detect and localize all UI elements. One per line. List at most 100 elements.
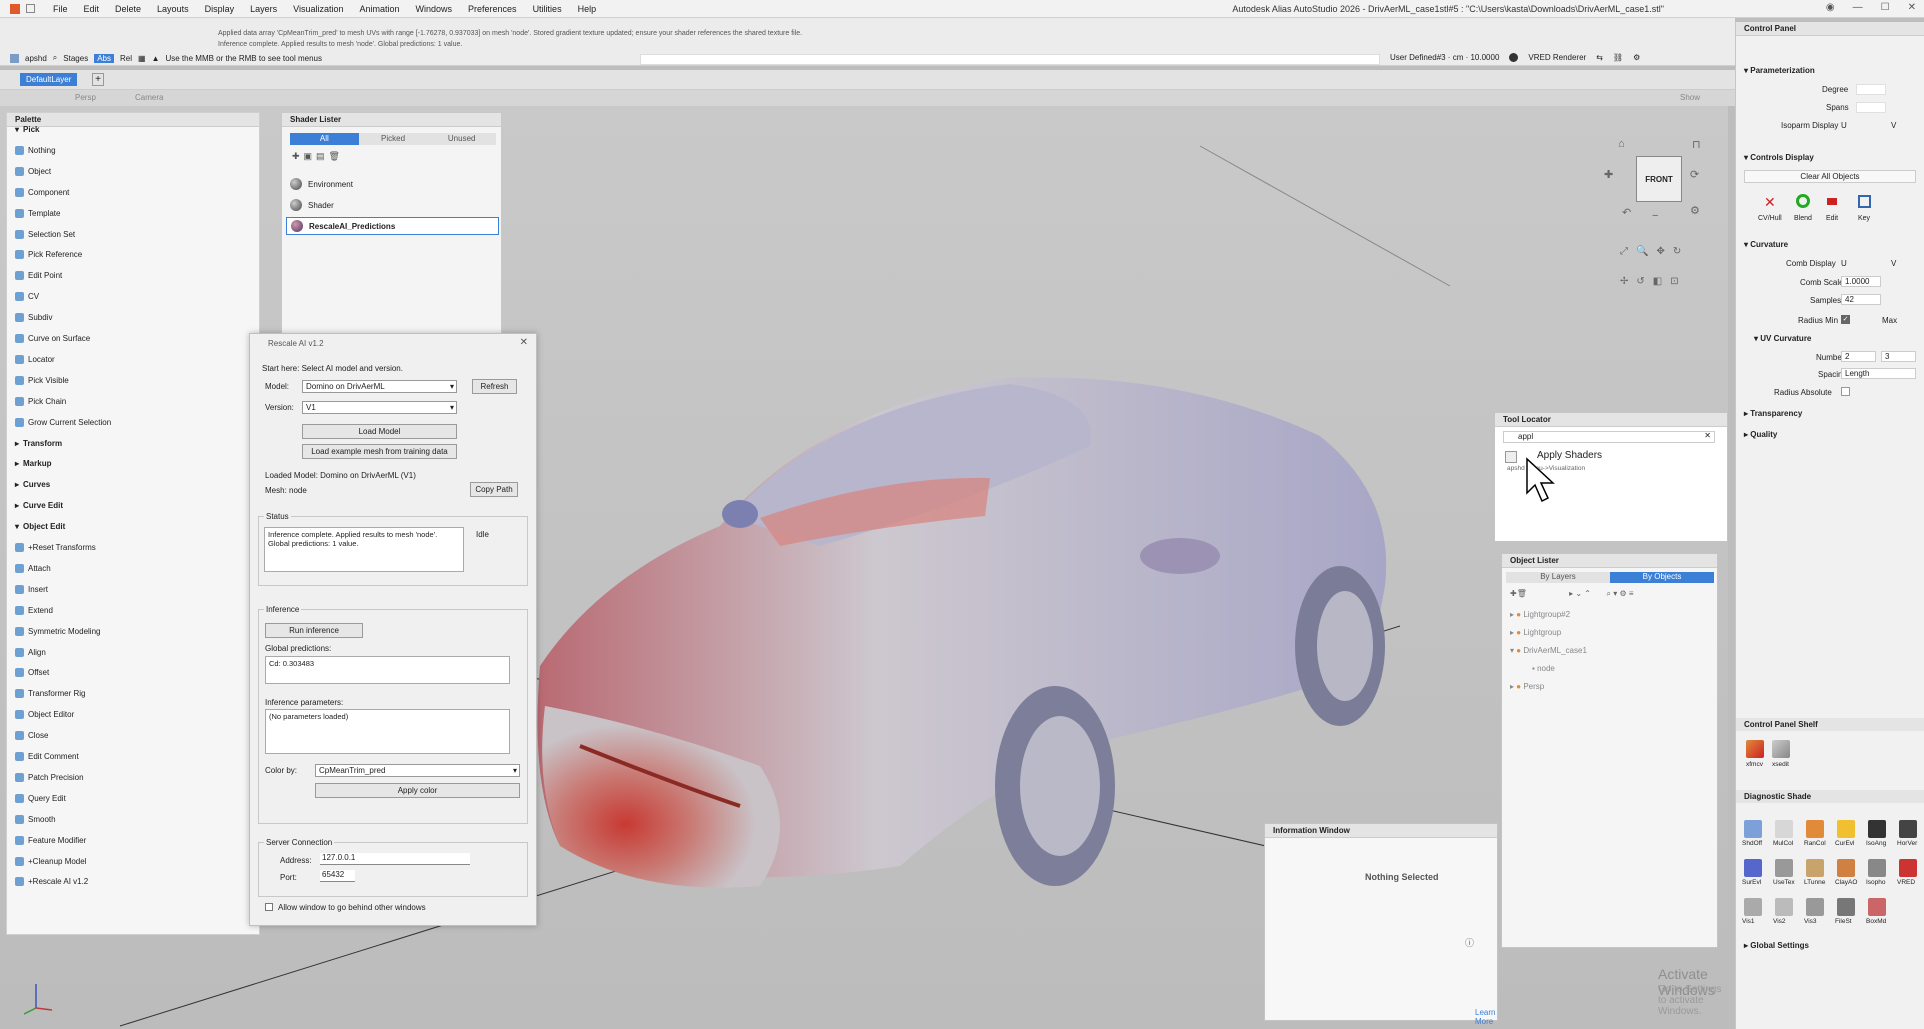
samples-field[interactable]: 42: [1841, 294, 1881, 305]
learn-more-link[interactable]: Learn More: [1475, 1008, 1497, 1026]
palette-tool[interactable]: Nothing: [15, 145, 56, 155]
palette-tool[interactable]: Pick Visible: [15, 375, 69, 385]
diag-shade-icon[interactable]: [1837, 898, 1855, 916]
palette-tool[interactable]: Align: [15, 647, 46, 657]
diag-shade-icon[interactable]: [1837, 859, 1855, 877]
section-uv-curvature[interactable]: ▾ UV Curvature: [1754, 334, 1811, 343]
palette-tool[interactable]: Curve on Surface: [15, 334, 90, 343]
palette-tool[interactable]: Offset: [15, 668, 49, 678]
isoparm-u[interactable]: U: [1841, 121, 1847, 130]
section-transparency[interactable]: ▸ Transparency: [1744, 409, 1802, 418]
palette-tool[interactable]: Subdiv: [15, 313, 52, 323]
spin-icon[interactable]: ↺: [1636, 276, 1644, 287]
comb-scale-field[interactable]: 1.0000: [1841, 276, 1881, 287]
palette-tool[interactable]: Edit Comment: [15, 752, 79, 761]
object-lister-toolbar[interactable]: ✚🗑 ▸ ⌄ ⌃ ⌕ ▾ ⚙ ≡: [1510, 589, 1634, 599]
camera-label[interactable]: Camera: [135, 93, 163, 102]
load-example-button[interactable]: Load example mesh from training data: [302, 444, 457, 459]
diag-shade-icon[interactable]: [1806, 898, 1824, 916]
home-icon[interactable]: [26, 4, 35, 13]
rotate-icon[interactable]: ⟳: [1690, 168, 1699, 181]
menu-file[interactable]: File: [45, 4, 76, 14]
diag-shade-icon[interactable]: [1775, 859, 1793, 877]
search-icon[interactable]: ⌕: [53, 53, 57, 63]
diag-shade-icon[interactable]: [1806, 859, 1824, 877]
apply-color-button[interactable]: Apply color: [315, 783, 520, 798]
palette-section[interactable]: ▾ Pick: [15, 125, 39, 134]
view-settings-icon[interactable]: ⚙: [1690, 204, 1700, 217]
radius-min-checkbox[interactable]: ✓: [1841, 315, 1850, 324]
vred-icon[interactable]: [1509, 53, 1519, 62]
palette-tool[interactable]: CV: [15, 292, 39, 302]
xfmcv-icon[interactable]: [1746, 740, 1764, 758]
palette-tool[interactable]: Selection Set: [15, 229, 75, 239]
diag-shade-icon[interactable]: [1744, 898, 1762, 916]
blend-icon[interactable]: [1796, 194, 1810, 208]
menu-animation[interactable]: Animation: [351, 4, 407, 14]
menu-display[interactable]: Display: [197, 4, 243, 14]
zoom-out-icon[interactable]: −: [1652, 210, 1658, 222]
refresh-button[interactable]: Refresh: [472, 379, 517, 394]
move-icon[interactable]: ✢: [1620, 276, 1628, 287]
zoom-icon[interactable]: 🔍: [1636, 246, 1648, 257]
diag-shade-icon[interactable]: [1899, 820, 1917, 838]
number-u-field[interactable]: 2: [1841, 351, 1876, 362]
viewcube[interactable]: FRONT: [1636, 156, 1682, 202]
shader-item-selected[interactable]: RescaleAI_Predictions: [286, 217, 499, 235]
tree-item-node[interactable]: ▪ node: [1532, 664, 1555, 673]
command-line[interactable]: [640, 54, 1380, 65]
palette-tool[interactable]: +Cleanup Model: [15, 856, 86, 866]
section-curvature[interactable]: ▾ Curvature: [1744, 240, 1788, 249]
grid-icon[interactable]: ▦: [138, 54, 146, 63]
user-icon[interactable]: ◉: [1826, 2, 1835, 13]
orbit-icon[interactable]: ✚: [1604, 168, 1613, 181]
address-field[interactable]: 127.0.0.1: [320, 853, 470, 865]
edit-icon[interactable]: [1827, 198, 1837, 205]
palette-tool[interactable]: Object Editor: [15, 710, 74, 720]
menu-layers[interactable]: Layers: [242, 4, 285, 14]
tab-by-layers[interactable]: By Layers: [1506, 572, 1610, 583]
model-select[interactable]: Domino on DrivAerML: [302, 380, 457, 393]
menu-utilities[interactable]: Utilities: [525, 4, 570, 14]
section-global-settings[interactable]: ▸ Global Settings: [1744, 941, 1809, 950]
palette-tool[interactable]: Pick Chain: [15, 396, 66, 406]
palette-tool[interactable]: Edit Point: [15, 271, 62, 281]
refresh-view-icon[interactable]: ↻: [1673, 246, 1681, 257]
palette-tool[interactable]: Extend: [15, 605, 53, 615]
diag-shade-icon[interactable]: [1806, 820, 1824, 838]
section-parameterization[interactable]: ▾ Parameterization: [1744, 66, 1815, 75]
diag-shade-icon[interactable]: [1837, 820, 1855, 838]
palette-tool[interactable]: +Rescale AI v1.2: [15, 877, 88, 887]
xsedit-icon[interactable]: [1772, 740, 1790, 758]
palette-tool[interactable]: Object: [15, 166, 51, 176]
diag-shade-icon[interactable]: [1775, 898, 1793, 916]
palette-tool[interactable]: Feature Modifier: [15, 835, 86, 845]
add-layer-button[interactable]: +: [92, 73, 104, 86]
palette-tool[interactable]: Transformer Rig: [15, 689, 86, 699]
tree-item[interactable]: ▸ ● Lightgroup#2: [1510, 610, 1570, 619]
diag-shade-icon[interactable]: [1899, 859, 1917, 877]
renderer-label[interactable]: VRED Renderer: [1528, 53, 1586, 62]
palette-tool[interactable]: Patch Precision: [15, 772, 84, 782]
diag-shade-icon[interactable]: [1868, 898, 1886, 916]
palette-tool[interactable]: Symmetric Modeling: [15, 626, 100, 636]
tab-picked[interactable]: Picked: [358, 133, 428, 145]
fit-icon[interactable]: ⤢: [1620, 246, 1628, 257]
tab-by-objects[interactable]: By Objects: [1610, 572, 1714, 583]
key-icon[interactable]: [1858, 195, 1871, 208]
palette-tool[interactable]: Smooth: [15, 814, 56, 824]
maximize-icon[interactable]: ☐: [1881, 2, 1890, 13]
menu-preferences[interactable]: Preferences: [460, 4, 525, 14]
diag-shade-icon[interactable]: [1775, 820, 1793, 838]
persp-label[interactable]: Persp: [75, 93, 96, 102]
shader-item[interactable]: Shader: [286, 196, 499, 214]
bookmark-icon[interactable]: ⊓: [1692, 138, 1701, 151]
palette-tool[interactable]: Query Edit: [15, 793, 66, 803]
tab-unused[interactable]: Unused: [427, 133, 497, 145]
shader-toolbar[interactable]: ✚▣▤🗑: [292, 151, 344, 162]
spans-field[interactable]: [1856, 102, 1886, 113]
link-icon[interactable]: ⛓: [1613, 53, 1623, 62]
color-by-select[interactable]: CpMeanTrim_pred: [315, 764, 520, 777]
undo-view-icon[interactable]: ↶: [1622, 206, 1631, 219]
run-inference-button[interactable]: Run inference: [265, 623, 363, 638]
